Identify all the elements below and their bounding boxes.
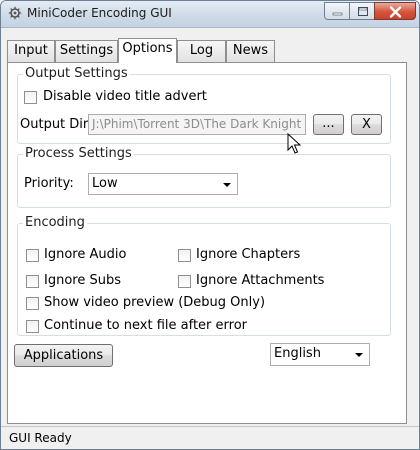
options-panel: Output Settings Disable video title adve…: [7, 62, 407, 424]
priority-label: Priority:: [24, 176, 74, 191]
output-settings-label: Output Settings: [23, 66, 130, 82]
browse-button[interactable]: ...: [313, 114, 344, 135]
tab-input[interactable]: Input: [7, 40, 55, 62]
clear-dir-button[interactable]: X: [351, 114, 382, 135]
close-button[interactable]: [374, 2, 416, 20]
maximize-button[interactable]: [349, 2, 375, 20]
ignore-attachments-label[interactable]: Ignore Attachments: [196, 273, 324, 289]
tab-log[interactable]: Log: [177, 40, 226, 62]
close-icon: [389, 6, 402, 18]
process-settings-group: Process Settings Priority: Low: [17, 146, 391, 208]
encoding-label: Encoding: [23, 215, 87, 231]
ignore-audio-label[interactable]: Ignore Audio: [44, 247, 126, 263]
minimize-button[interactable]: [324, 2, 350, 20]
ignore-subs-label[interactable]: Ignore Subs: [44, 273, 121, 289]
title-bar[interactable]: MiniCoder Encoding GUI: [1, 1, 419, 28]
tab-options[interactable]: Options: [118, 38, 177, 63]
output-dir-field[interactable]: J:\Phim\Torrent 3D\The Dark Knight R: [88, 114, 306, 135]
mouse-pointer-icon: [287, 133, 301, 154]
encoding-group: Encoding Ignore Audio Ignore Chapters Ig…: [17, 215, 391, 336]
priority-select[interactable]: Low: [88, 173, 238, 195]
language-select[interactable]: English: [270, 343, 370, 366]
priority-value: Low: [92, 176, 118, 191]
app-window: MiniCoder Encoding GUI Input Settings Op…: [0, 0, 420, 450]
window-title: MiniCoder Encoding GUI: [27, 6, 172, 20]
status-bar: GUI Ready: [1, 426, 419, 449]
tab-news[interactable]: News: [226, 40, 275, 62]
ignore-audio-checkbox[interactable]: [26, 249, 39, 262]
output-dir-label: Output Dir.:: [20, 117, 96, 132]
output-settings-group: Output Settings Disable video title adve…: [17, 66, 391, 144]
wrench-gear-icon: [8, 6, 22, 20]
process-settings-label: Process Settings: [23, 146, 134, 162]
chevron-down-icon: [223, 183, 231, 187]
minimize-icon: [332, 12, 343, 16]
applications-button[interactable]: Applications: [14, 344, 113, 367]
continue-on-error-checkbox[interactable]: [26, 320, 39, 333]
tab-settings[interactable]: Settings: [55, 40, 118, 62]
chevron-down-icon: [355, 353, 363, 357]
show-preview-label[interactable]: Show video preview (Debug Only): [44, 295, 265, 311]
disable-title-advert-checkbox[interactable]: [24, 91, 37, 104]
disable-title-advert-label[interactable]: Disable video title advert: [43, 89, 207, 105]
ignore-subs-checkbox[interactable]: [26, 275, 39, 288]
language-value: English: [274, 346, 321, 361]
status-text: GUI Ready: [9, 431, 72, 445]
maximize-icon: [358, 7, 368, 16]
ignore-chapters-checkbox[interactable]: [178, 249, 191, 262]
show-preview-checkbox[interactable]: [26, 297, 39, 310]
ignore-attachments-checkbox[interactable]: [178, 275, 191, 288]
ignore-chapters-label[interactable]: Ignore Chapters: [196, 247, 300, 263]
continue-on-error-label[interactable]: Continue to next file after error: [44, 318, 247, 334]
